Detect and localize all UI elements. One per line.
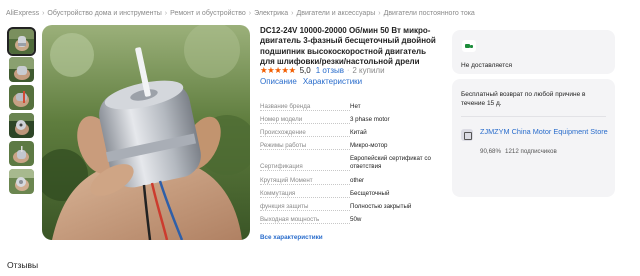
breadcrumb-separator: ›	[378, 10, 381, 17]
store-meta: 90,68% 1212 подписчиков	[480, 148, 557, 155]
breadcrumb-separator: ›	[164, 10, 168, 17]
product-tabs: Описание Характеристики	[260, 77, 368, 86]
spec-key: Сертификация	[260, 163, 305, 170]
spec-key: Происхождение	[260, 129, 308, 136]
spec-key: Режимы работы	[260, 142, 309, 149]
breadcrumb-item-repair[interactable]: Ремонт и обустройство	[170, 10, 246, 17]
spec-key: Крутящий Момент	[260, 177, 315, 184]
breadcrumb-separator: ›	[248, 10, 252, 17]
thumbnail-2[interactable]	[9, 57, 34, 82]
spec-key: Номер модели	[260, 116, 305, 123]
spec-value: other	[350, 177, 365, 184]
reviews-heading: Отзывы	[7, 260, 39, 270]
spec-key: Выходная мощность	[260, 216, 322, 223]
store-name-link[interactable]: ZJMZYM China Motor Equipment Store	[480, 127, 610, 137]
spec-key: Название бренда	[260, 103, 313, 110]
breadcrumb-separator: ›	[42, 10, 45, 17]
separator-dot: ·	[347, 67, 350, 74]
spec-row: Коммутация Бесщеточный	[260, 190, 450, 198]
spec-value: Бесщеточный	[350, 190, 390, 197]
store-icon	[461, 129, 473, 141]
breadcrumb-item-aliexpress[interactable]: AliExpress	[6, 10, 39, 17]
spec-row: Сертификация Европейский сертификат со о…	[260, 155, 450, 172]
thumbnail-3[interactable]	[9, 85, 34, 110]
spec-row: Крутящий Момент other	[260, 177, 450, 185]
spec-row: Номер модели 3 phase motor	[260, 116, 450, 124]
divider	[461, 116, 606, 117]
return-policy: Бесплатный возврат по любой причине в те…	[461, 91, 586, 107]
breadcrumb-separator: ›	[291, 10, 294, 17]
store-followers: 1212 подписчиков	[505, 148, 557, 155]
spec-key: функция защиты	[260, 203, 311, 210]
delivery-card: Не доставляется	[452, 30, 615, 74]
spec-row: Название бренда Нет	[260, 103, 450, 111]
breadcrumb-item-motors[interactable]: Двигатели и аксессуары	[296, 10, 375, 17]
tab-description[interactable]: Описание	[260, 77, 297, 86]
thumbnail-6[interactable]	[9, 169, 34, 194]
delivery-status: Не доставляется	[461, 62, 512, 69]
tab-characteristics[interactable]: Характеристики	[303, 77, 362, 86]
spec-value: Микро-мотор	[350, 142, 388, 149]
spec-row: Режимы работы Микро-мотор	[260, 142, 450, 150]
breadcrumb-item-electrics[interactable]: Электрика	[254, 10, 288, 17]
spec-value: Европейский сертификат со ответствия	[350, 155, 431, 171]
spec-row: Выходная мощность 50w	[260, 216, 450, 224]
spec-value: Нет	[350, 103, 361, 110]
breadcrumb: AliExpress › Обустройство дома и инструм…	[6, 10, 475, 17]
product-title: DC12-24V 10000-20000 Об/мин 50 Вт микро-…	[260, 26, 436, 66]
store-card: Бесплатный возврат по любой причине в те…	[452, 79, 615, 197]
thumbnail-gallery	[7, 27, 36, 197]
breadcrumb-item-dc-motors[interactable]: Двигатели постоянного тока	[384, 10, 475, 17]
rating-row: ★★★★★ 5,0 1 отзыв · 2 купили	[260, 65, 385, 76]
spec-value: 3 phase motor	[350, 116, 390, 123]
store-positive-rating: 90,68%	[480, 148, 501, 155]
spec-value: 50w	[350, 216, 362, 223]
spec-value: Китай	[350, 129, 367, 136]
thumbnail-4[interactable]	[9, 113, 34, 138]
spec-row: функция защиты Полностью закрытый	[260, 203, 450, 211]
rating-stars-icon: ★★★★★	[260, 65, 296, 75]
spec-row: Происхождение Китай	[260, 129, 450, 137]
spec-key: Коммутация	[260, 190, 298, 197]
truck-icon	[462, 40, 476, 52]
reviews-link[interactable]: 1 отзыв	[316, 66, 344, 75]
spec-value: Полностью закрытый	[350, 203, 412, 210]
breadcrumb-item-home-tools[interactable]: Обустройство дома и инструменты	[47, 10, 161, 17]
bought-count: 2 купили	[352, 66, 385, 75]
thumbnail-5[interactable]	[9, 141, 34, 166]
thumbnail-1[interactable]	[7, 27, 36, 56]
all-specs-link[interactable]: Все характеристики	[260, 234, 323, 241]
main-product-image[interactable]	[42, 25, 250, 240]
rating-score: 5,0	[299, 66, 311, 75]
